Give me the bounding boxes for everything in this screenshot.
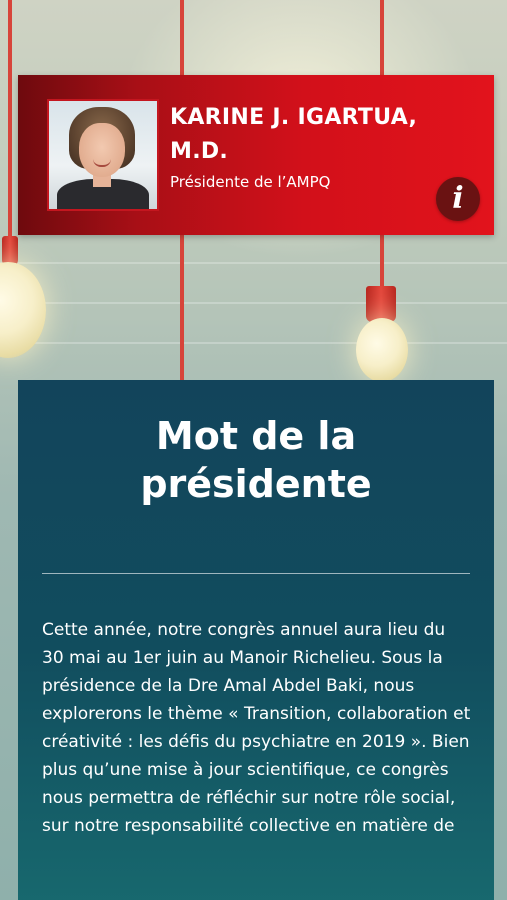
profile-role: Présidente de l’AMPQ <box>170 173 331 191</box>
profile-photo <box>47 99 159 211</box>
message-body: Cette année, notre congrès annuel aura l… <box>42 620 471 836</box>
profile-name: KARINE J. IGARTUA, M.D. <box>170 105 418 164</box>
info-icon: i <box>452 181 464 216</box>
light-bulb <box>356 318 408 382</box>
message-card: Mot de la présidente Cette année, notre … <box>18 380 494 900</box>
lamp-cord <box>8 0 12 250</box>
profile-card: KARINE J. IGARTUA, M.D. Présidente de l’… <box>18 75 494 235</box>
wall-line <box>0 302 507 304</box>
divider <box>42 573 470 574</box>
wall-line <box>0 342 507 344</box>
section-title: Mot de la présidente <box>140 414 372 506</box>
lamp-socket <box>366 286 396 322</box>
wall-line <box>0 262 507 264</box>
info-button[interactable]: i <box>436 177 480 221</box>
